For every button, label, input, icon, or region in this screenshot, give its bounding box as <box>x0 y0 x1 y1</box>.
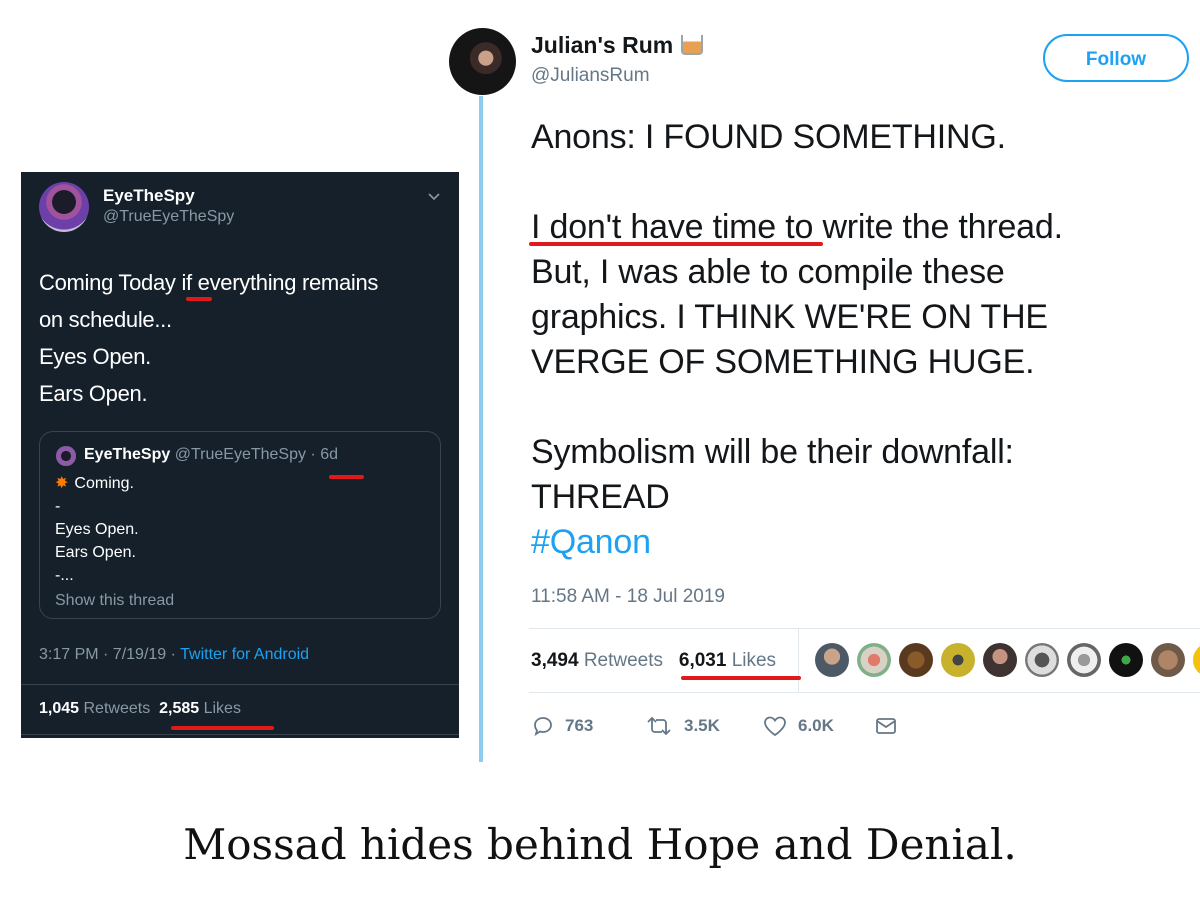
quoted-line: - <box>55 498 61 515</box>
tweet-text-line: THREAD <box>531 478 670 516</box>
tweet-text: Coming Today if everything remains on sc… <box>39 264 449 412</box>
likes-stat[interactable]: 6,031 Likes <box>679 650 776 671</box>
quoted-author-name: EyeTheSpy <box>84 446 171 463</box>
quoted-line: Ears Open. <box>55 544 136 561</box>
tweet-text-line: But, I was able to compile these <box>531 253 1005 291</box>
quoted-line: Coming. <box>74 475 134 492</box>
chevron-down-icon[interactable] <box>427 190 441 204</box>
red-underline-annotation <box>329 475 364 479</box>
quoted-handle-time: @TrueEyeTheSpy · 6d <box>174 446 338 463</box>
show-thread-link[interactable]: Show this thread <box>55 592 174 610</box>
eyethespy-tweet-card: EyeTheSpy @TrueEyeTheSpy Coming Today if… <box>21 172 459 738</box>
tweet-timestamp[interactable]: 11:58 AM - 18 Jul 2019 <box>531 586 725 608</box>
red-underline-annotation <box>171 726 274 730</box>
tweet-text-line: Symbolism will be their downfall: <box>531 433 1014 471</box>
quoted-text: ✸ Coming. - Eyes Open. Ears Open. -... <box>55 472 139 587</box>
retweet-icon <box>647 716 671 736</box>
liker-avatar[interactable] <box>941 643 975 677</box>
tweet-source-link[interactable]: Twitter for Android <box>180 646 309 663</box>
direct-message-button[interactable] <box>874 714 898 738</box>
divider <box>21 734 459 735</box>
tweet-text-line: graphics. I THINK WE'RE ON THE <box>531 298 1048 336</box>
liker-avatar[interactable] <box>1067 643 1101 677</box>
follow-button[interactable]: Follow <box>1043 34 1189 82</box>
envelope-icon <box>876 718 896 734</box>
liker-avatar[interactable] <box>1025 643 1059 677</box>
divider <box>798 628 799 692</box>
divider <box>529 692 1200 693</box>
quoted-line: -... <box>55 567 74 584</box>
quoted-line: Eyes Open. <box>55 521 139 538</box>
author-handle[interactable]: @JuliansRum <box>531 65 650 87</box>
quoted-tweet[interactable]: EyeTheSpy @TrueEyeTheSpy · 6d ✸ Coming. -… <box>39 431 441 619</box>
reply-button[interactable]: 763 <box>531 714 593 738</box>
quoted-header: EyeTheSpy @TrueEyeTheSpy · 6d <box>84 446 338 464</box>
meme-caption: Mossad hides behind Hope and Denial. <box>183 820 1017 869</box>
tweet-stats: 3,494 Retweets 6,031 Likes <box>531 650 776 672</box>
like-button[interactable]: 6.0K <box>762 714 834 738</box>
red-underline-annotation <box>681 676 801 680</box>
reply-icon <box>534 717 552 736</box>
author-name[interactable]: EyeTheSpy <box>103 186 195 206</box>
tweet-text-line: Coming Today if everything remains <box>39 270 379 295</box>
tweet-text-line: on schedule... <box>39 307 172 332</box>
tweet-text-line: Eyes Open. <box>39 344 151 369</box>
tweet-stats: 1,045 Retweets 2,585 Likes <box>39 700 241 718</box>
hashtag-link[interactable]: #Qanon <box>531 523 651 562</box>
thread-connector-line <box>479 96 483 762</box>
collision-icon: ✸ <box>55 475 69 492</box>
retweets-stat[interactable]: 1,045 Retweets <box>39 700 150 717</box>
avatar[interactable] <box>449 28 516 95</box>
red-underline-annotation <box>186 297 212 301</box>
retweets-stat[interactable]: 3,494 Retweets <box>531 650 663 671</box>
tweet-text-line: Ears Open. <box>39 381 148 406</box>
author-handle[interactable]: @TrueEyeTheSpy <box>103 208 234 226</box>
liker-avatar[interactable] <box>1193 643 1200 677</box>
tweet-meta: 3:17 PM · 7/19/19 · Twitter for Android <box>39 646 309 664</box>
retweet-button[interactable]: 3.5K <box>644 714 720 738</box>
like-count: 6.0K <box>798 716 834 735</box>
retweet-count: 3.5K <box>684 716 720 735</box>
red-underline-annotation <box>529 242 823 246</box>
liker-avatar[interactable] <box>983 643 1017 677</box>
tweet-time: 3:17 PM · 7/19/19 · <box>39 646 181 663</box>
liker-avatar[interactable] <box>899 643 933 677</box>
likes-stat[interactable]: 2,585 Likes <box>159 700 241 717</box>
rum-glass-icon <box>681 35 704 55</box>
tweet-text-line: VERGE OF SOMETHING HUGE. <box>531 343 1035 381</box>
heart-icon <box>764 716 786 737</box>
reply-count: 763 <box>565 716 594 735</box>
liker-avatar[interactable] <box>815 643 849 677</box>
liker-avatar[interactable] <box>1151 643 1185 677</box>
quoted-avatar <box>56 446 76 466</box>
liker-avatar[interactable] <box>857 643 891 677</box>
divider <box>529 628 1200 629</box>
liker-avatar[interactable] <box>1109 643 1143 677</box>
avatar[interactable] <box>39 182 89 232</box>
author-name[interactable]: Julian's Rum <box>531 32 704 59</box>
tweet-text-line: Anons: I FOUND SOMETHING. <box>531 118 1006 156</box>
divider <box>21 684 459 685</box>
